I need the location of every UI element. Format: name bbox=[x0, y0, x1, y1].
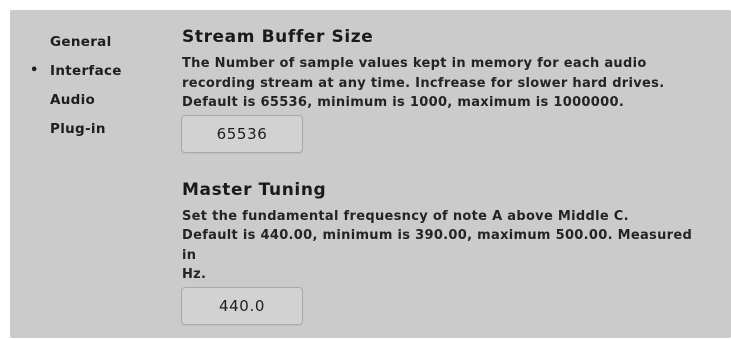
sidebar-item-general[interactable]: • General bbox=[26, 33, 146, 62]
master-tuning-title: Master Tuning bbox=[182, 179, 327, 200]
sidebar-item-label: General bbox=[50, 34, 112, 50]
description-line: Set the fundamental frequesncy of note A… bbox=[182, 208, 629, 224]
sidebar-item-interface[interactable]: • Interface bbox=[26, 62, 146, 91]
sidebar-item-label: Audio bbox=[50, 92, 96, 108]
stream-buffer-title: Stream Buffer Size bbox=[182, 27, 374, 47]
master-tuning-input[interactable] bbox=[181, 286, 303, 325]
description-line: Hz. bbox=[182, 267, 207, 282]
active-bullet-icon: • bbox=[30, 63, 39, 78]
settings-content: Stream Buffer Size The Number of sample … bbox=[181, 26, 702, 325]
sidebar-item-plug-in[interactable]: • Plug-in bbox=[26, 120, 146, 149]
stream-buffer-section: Stream Buffer Size The Number of sample … bbox=[181, 26, 702, 153]
description-line: Default is 65536, minimum is 1000, maxim… bbox=[182, 95, 625, 110]
sidebar-item-label: Plug-in bbox=[50, 121, 106, 137]
stream-buffer-size-input[interactable] bbox=[181, 114, 303, 153]
sidebar-item-audio[interactable]: • Audio bbox=[26, 91, 146, 120]
description-line: recording stream at any time. Incfrease … bbox=[182, 75, 665, 91]
sidebar-item-label: Interface bbox=[50, 63, 122, 79]
preferences-sidebar: • General • Interface • Audio • Plug-in bbox=[26, 33, 146, 149]
description-line: The Number of sample values kept in memo… bbox=[182, 56, 647, 71]
stream-buffer-description: The Number of sample values kept in memo… bbox=[182, 54, 702, 113]
master-tuning-section: Master Tuning Set the fundamental freque… bbox=[181, 179, 702, 325]
description-line: Default is 440.00, minimum is 390.00, ma… bbox=[182, 228, 693, 263]
master-tuning-description: Set the fundamental frequesncy of note A… bbox=[182, 207, 702, 285]
